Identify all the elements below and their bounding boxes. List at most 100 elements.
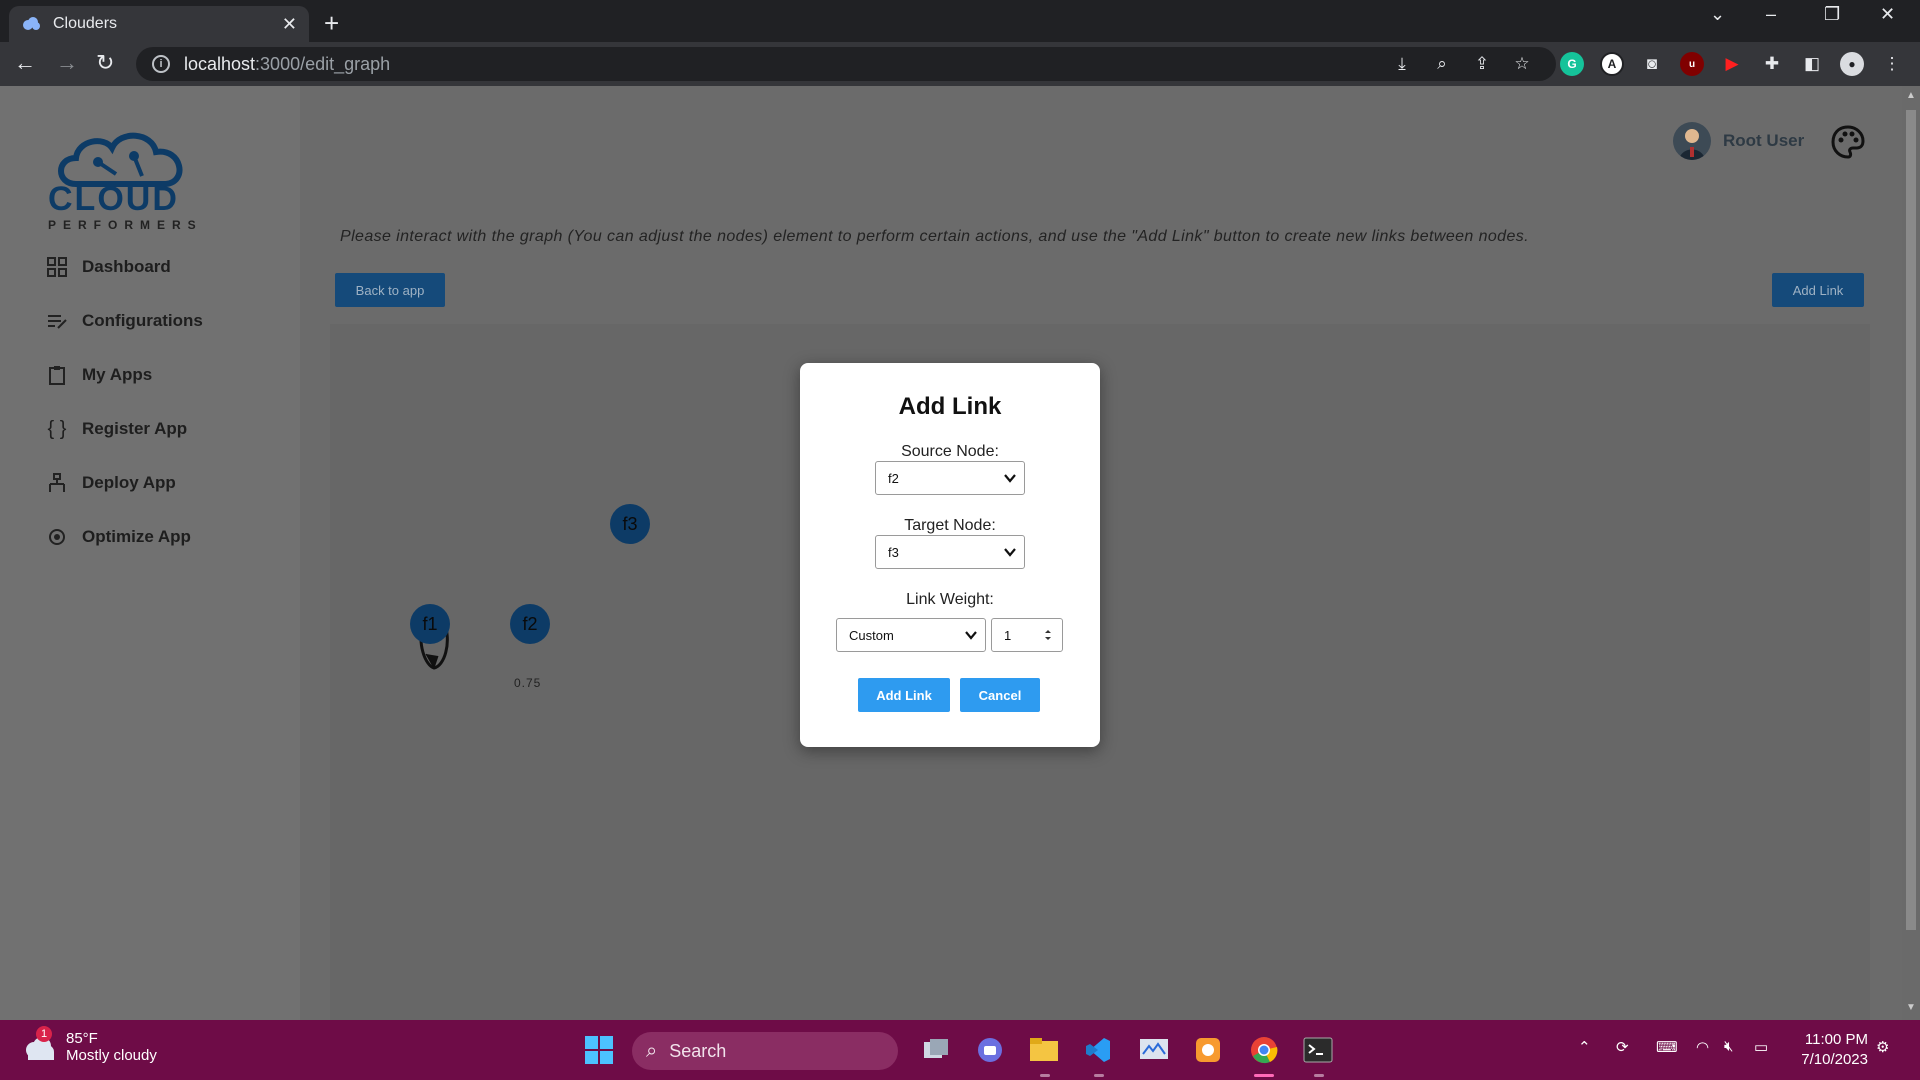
confirm-add-link-button[interactable]: Add Link <box>858 678 950 712</box>
close-tab-icon[interactable]: ✕ <box>282 14 297 35</box>
add-link-modal: Add Link Source Node: f2 Target Node: f3… <box>800 363 1100 747</box>
terminal-icon[interactable] <box>1300 1032 1336 1068</box>
extensions-puzzle-icon[interactable]: ✚ <box>1760 52 1784 76</box>
camera-extension-icon[interactable]: ◙ <box>1640 52 1664 76</box>
windows-start-icon[interactable] <box>581 1032 617 1068</box>
site-info-icon[interactable]: i <box>152 55 170 73</box>
main-content: Root User Please interact with the graph… <box>300 86 1902 1020</box>
explorer-running-indicator <box>1040 1074 1050 1077</box>
weight-value-input[interactable]: 1 <box>991 618 1063 652</box>
sidebar-item-configurations[interactable]: Configurations <box>46 306 203 336</box>
minimize-icon[interactable]: – <box>1766 4 1776 25</box>
tab-strip: Clouders ✕ + ⌄ – ❐ ✕ <box>0 0 1920 42</box>
battery-icon[interactable]: ▭ <box>1754 1038 1768 1056</box>
profile-avatar-icon[interactable]: ● <box>1840 52 1864 76</box>
address-bar[interactable]: i localhost:3000/edit_graph <box>136 47 1556 81</box>
chrome-menu-icon[interactable]: ⋮ <box>1880 52 1904 76</box>
scroll-down-icon[interactable]: ▼ <box>1906 1002 1916 1013</box>
forward-arrow-icon[interactable]: → <box>56 50 78 76</box>
vscode-running-indicator <box>1094 1074 1104 1077</box>
windows-taskbar: 1 85°F Mostly cloudy ⌕ Search ⌃ ⟳ ⌨ ◠ 🔇︎… <box>0 1020 1920 1080</box>
sidebar-item-label: Optimize App <box>82 527 191 546</box>
browser-toolbar: ← → ↻ i localhost:3000/edit_graph ⤓ ⌕ ⇪ … <box>0 42 1920 86</box>
restore-icon[interactable]: ❐ <box>1824 4 1840 25</box>
vscode-icon[interactable] <box>1080 1032 1116 1068</box>
share-icon[interactable]: ⇪ <box>1470 52 1494 76</box>
graph-canvas[interactable]: f1 f2 f3 0.75 <box>330 324 1870 1020</box>
logo-text: CLOUD <box>48 180 179 218</box>
weight-mode-value: Custom <box>849 627 894 643</box>
sync-icon[interactable]: ⟳ <box>1616 1038 1629 1056</box>
sidebar-item-label: My Apps <box>82 365 153 384</box>
tab-search-icon[interactable]: ⌄ <box>1710 4 1725 25</box>
scrollbar-thumb[interactable] <box>1906 110 1916 930</box>
file-explorer-icon[interactable] <box>1026 1032 1062 1068</box>
avatar <box>1673 122 1711 160</box>
new-tab-icon[interactable]: + <box>324 8 339 39</box>
show-hidden-icons-icon[interactable]: ⌃ <box>1578 1038 1591 1056</box>
sidebar-item-my-apps[interactable]: My Apps <box>46 360 152 390</box>
close-window-icon[interactable]: ✕ <box>1880 4 1895 25</box>
chrome-active-indicator <box>1254 1074 1274 1077</box>
user-menu[interactable]: Root User <box>1673 122 1804 160</box>
sidebar-item-label: Deploy App <box>82 473 176 492</box>
weight-mode-select[interactable]: Custom <box>836 618 986 652</box>
teams-chat-icon[interactable] <box>972 1032 1008 1068</box>
cancel-button[interactable]: Cancel <box>960 678 1040 712</box>
speaker-muted-icon[interactable]: 🔇︎ <box>1724 1038 1733 1055</box>
sidebar-item-register-app[interactable]: { } Register App <box>46 414 188 444</box>
task-view-icon[interactable] <box>918 1032 954 1068</box>
hierarchy-icon <box>46 472 68 494</box>
back-arrow-icon[interactable]: ← <box>14 50 36 76</box>
ublock-extension-icon[interactable]: u <box>1680 52 1704 76</box>
graph-node[interactable]: f1 <box>410 604 450 644</box>
graph-node[interactable]: f2 <box>510 604 550 644</box>
sidebar-item-label: Configurations <box>82 311 203 330</box>
taskbar-search[interactable]: ⌕ Search <box>632 1032 898 1070</box>
target-node-select[interactable]: f3 <box>875 535 1025 569</box>
keyboard-icon[interactable]: ⌨ <box>1656 1038 1678 1056</box>
bookmark-star-icon[interactable]: ☆ <box>1510 52 1534 76</box>
side-panel-icon[interactable]: ◧ <box>1800 52 1824 76</box>
user-name: Root User <box>1723 131 1805 150</box>
braces-icon: { } <box>47 417 67 440</box>
clock-time: 11:00 PM <box>1804 1031 1868 1048</box>
add-link-button[interactable]: Add Link <box>1772 273 1864 307</box>
dashboard-grid-icon <box>46 256 68 278</box>
video-extension-icon[interactable]: ▶ <box>1720 52 1744 76</box>
back-to-app-button[interactable]: Back to app <box>335 273 445 307</box>
cloud-weather-icon: 1 <box>22 1026 56 1064</box>
install-app-icon[interactable]: ⤓ <box>1390 52 1414 76</box>
monitor-app-icon[interactable] <box>1136 1032 1172 1068</box>
chrome-taskbar-icon[interactable] <box>1246 1032 1282 1068</box>
a-extension-icon[interactable]: A <box>1600 52 1624 76</box>
browser-tab[interactable]: Clouders ✕ <box>9 6 309 42</box>
logo-subtext: PERFORMERS <box>48 218 203 232</box>
system-clock[interactable]: 11:00 PM 7/10/2023 <box>1790 1030 1868 1070</box>
page-scrollbar[interactable]: ▲ ▼ <box>1902 86 1920 1020</box>
optimize-cycle-icon <box>46 526 68 548</box>
zoom-icon[interactable]: ⌕ <box>1430 52 1454 76</box>
search-icon: ⌕ <box>646 1039 658 1062</box>
url-host: localhost <box>184 53 256 74</box>
sublime-merge-icon[interactable] <box>1190 1032 1226 1068</box>
url-path: :3000/edit_graph <box>255 53 391 74</box>
grammarly-extension-icon[interactable]: G <box>1560 52 1584 76</box>
wifi-icon[interactable]: ◠ <box>1696 1038 1709 1056</box>
sidebar-item-optimize-app[interactable]: Optimize App <box>46 522 191 552</box>
clipboard-icon <box>46 364 68 386</box>
reload-icon[interactable]: ↻ <box>96 50 114 76</box>
source-node-select[interactable]: f2 <box>875 461 1025 495</box>
palette-icon[interactable] <box>1830 124 1866 160</box>
stepper-icon[interactable] <box>1040 627 1056 643</box>
scroll-up-icon[interactable]: ▲ <box>1906 90 1916 101</box>
cloud-performers-logo: CLOUD PERFORMERS <box>46 122 226 232</box>
weather-widget[interactable]: 1 85°F Mostly cloudy <box>22 1026 157 1064</box>
sidebar-item-dashboard[interactable]: Dashboard <box>46 252 171 282</box>
edge-weight-label: 0.75 <box>514 676 542 690</box>
target-node-value: f3 <box>888 544 899 560</box>
graph-node[interactable]: f3 <box>610 504 650 544</box>
chevron-down-icon <box>1004 474 1016 483</box>
notifications-icon[interactable]: ⚙ <box>1876 1038 1889 1056</box>
sidebar-item-deploy-app[interactable]: Deploy App <box>46 468 176 498</box>
